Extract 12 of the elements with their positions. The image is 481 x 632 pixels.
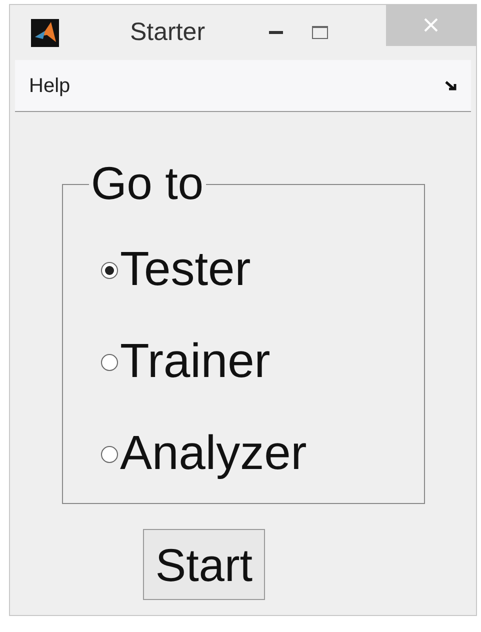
close-icon <box>424 18 438 32</box>
radio-option[interactable]: Analyzer <box>101 422 424 486</box>
radio-button[interactable] <box>101 446 118 462</box>
window-title: Starter <box>130 16 206 48</box>
radio-option[interactable]: Trainer <box>101 330 424 394</box>
radio-button[interactable] <box>101 354 118 370</box>
radio-option[interactable]: Tester <box>101 238 424 302</box>
dock-arrow-icon[interactable] <box>445 80 457 90</box>
menu-item[interactable]: Help <box>29 70 70 100</box>
radio-button[interactable] <box>101 262 118 278</box>
start-button[interactable]: Start <box>143 529 265 600</box>
app-logo-icon <box>31 18 59 46</box>
